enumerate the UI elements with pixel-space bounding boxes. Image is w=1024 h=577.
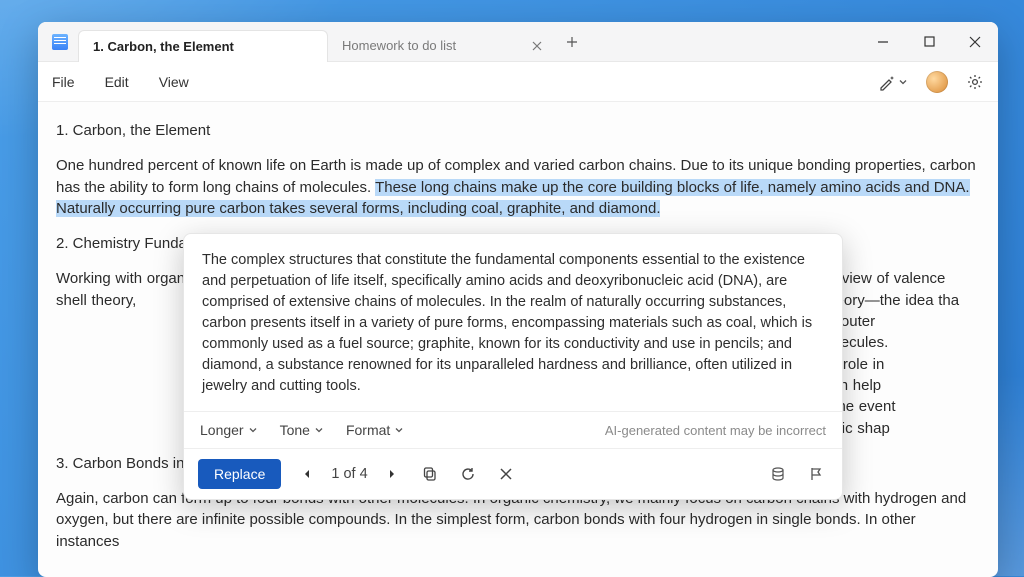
close-popup-button[interactable]: [494, 462, 518, 486]
notepad-app-icon: [52, 34, 68, 50]
titlebar: 1. Carbon, the Element Homework to do li…: [38, 22, 998, 62]
window-controls: [860, 22, 998, 62]
triangle-right-icon: [387, 468, 397, 480]
pager-count: 1 of 4: [331, 466, 367, 482]
menu-view[interactable]: View: [159, 74, 189, 90]
chevron-down-icon: [248, 425, 258, 435]
copy-button[interactable]: [418, 462, 442, 486]
menu-file[interactable]: File: [52, 74, 75, 90]
minimize-button[interactable]: [860, 22, 906, 62]
close-icon: [499, 467, 513, 481]
tab-title: Homework to do list: [342, 38, 456, 53]
prev-suggestion-button[interactable]: [295, 462, 319, 486]
close-tab-icon[interactable]: [530, 39, 544, 53]
new-tab-button[interactable]: [558, 36, 586, 48]
copy-icon: [422, 466, 438, 482]
close-window-button[interactable]: [952, 22, 998, 62]
regenerate-button[interactable]: [456, 462, 480, 486]
length-dropdown[interactable]: Longer: [200, 422, 258, 438]
refresh-icon: [460, 466, 476, 482]
replace-button[interactable]: Replace: [198, 459, 281, 489]
chevron-down-icon: [898, 77, 908, 87]
history-button[interactable]: [766, 462, 790, 486]
settings-button[interactable]: [966, 73, 984, 91]
rewrite-options-bar: Longer Tone Format AI-generated content …: [184, 412, 842, 449]
tab-carbon[interactable]: 1. Carbon, the Element: [78, 30, 328, 62]
gear-icon: [966, 73, 984, 91]
doc-para-1: One hundred percent of known life on Ear…: [56, 155, 980, 219]
chevron-down-icon: [394, 425, 404, 435]
tab-homework[interactable]: Homework to do list: [328, 30, 558, 62]
database-icon: [770, 466, 786, 482]
flag-icon: [808, 466, 824, 482]
menubar: File Edit View: [38, 62, 998, 102]
report-button[interactable]: [804, 462, 828, 486]
maximize-button[interactable]: [906, 22, 952, 62]
ai-disclaimer: AI-generated content may be incorrect: [605, 423, 826, 438]
next-suggestion-button[interactable]: [380, 462, 404, 486]
tone-dropdown[interactable]: Tone: [280, 422, 324, 438]
ai-rewrite-popup: The complex structures that constitute t…: [183, 233, 843, 500]
menu-edit[interactable]: Edit: [105, 74, 129, 90]
rewrite-suggestion-text: The complex structures that constitute t…: [184, 234, 842, 412]
rewrite-actions-bar: Replace 1 of 4: [184, 449, 842, 499]
pen-sparkle-icon: [878, 73, 896, 91]
user-avatar[interactable]: [926, 71, 948, 93]
chevron-down-icon: [314, 425, 324, 435]
tab-title: 1. Carbon, the Element: [93, 39, 234, 54]
triangle-left-icon: [302, 468, 312, 480]
format-dropdown[interactable]: Format: [346, 422, 404, 438]
doc-heading-1: 1. Carbon, the Element: [56, 120, 980, 141]
copilot-pen-dropdown[interactable]: [878, 73, 908, 91]
suggestion-pager: 1 of 4: [295, 462, 403, 486]
